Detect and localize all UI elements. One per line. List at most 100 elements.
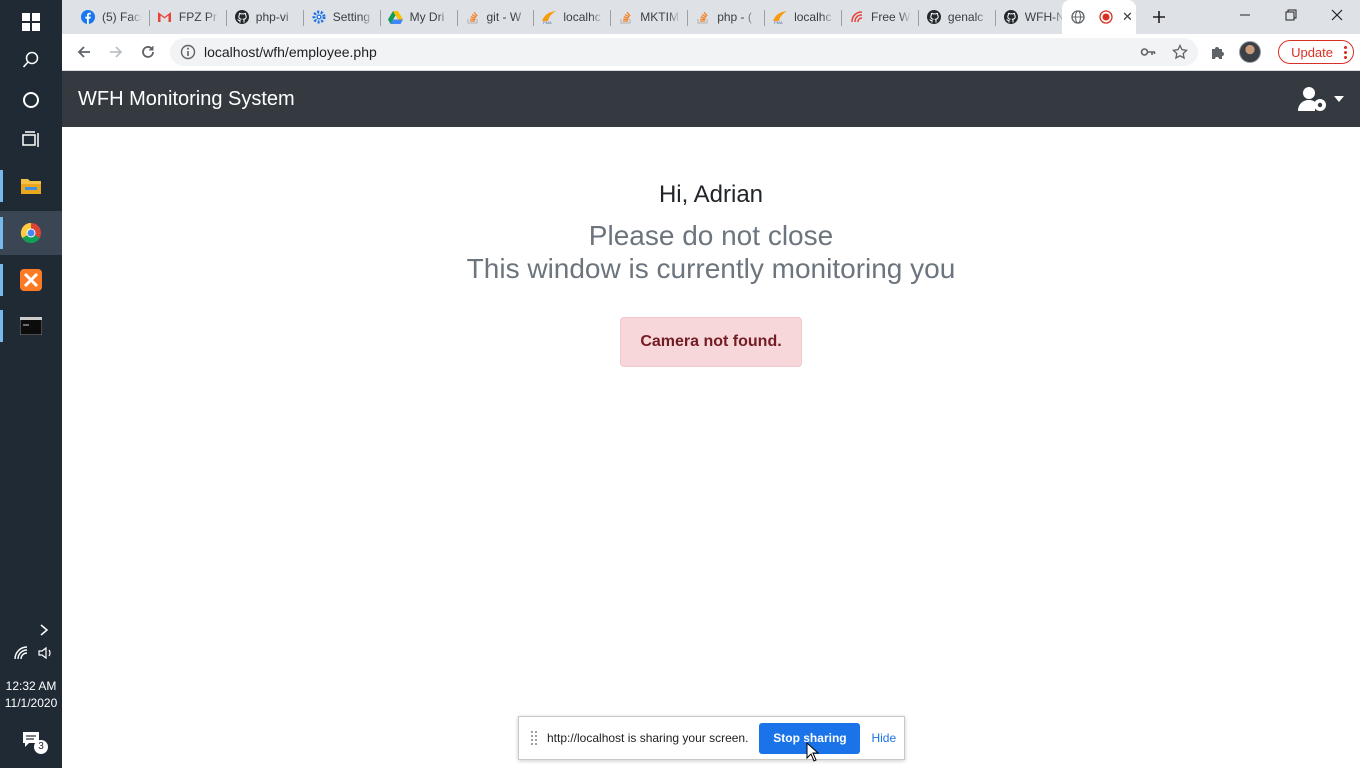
stackoverflow-icon	[695, 9, 711, 25]
brand-title[interactable]: WFH Monitoring System	[78, 88, 295, 111]
github-icon	[926, 9, 942, 25]
tab-title: Setting	[332, 10, 371, 24]
puzzle-icon	[1212, 47, 1224, 59]
avatar	[1239, 41, 1261, 63]
camera-error-alert: Camera not found.	[620, 317, 802, 367]
arrow-left-icon	[77, 46, 90, 58]
task-view-icon	[22, 131, 39, 147]
restore-icon	[1285, 9, 1297, 21]
tab-4[interactable]: Setting	[302, 4, 380, 30]
tab-9[interactable]: php - (	[687, 4, 764, 30]
restore-button[interactable]	[1268, 0, 1314, 30]
network-icon[interactable]	[14, 646, 28, 660]
tab-5[interactable]: My Dri	[379, 4, 457, 30]
key-icon[interactable]	[1140, 44, 1156, 60]
windows-taskbar: 12:32 AM 11/1/2020 3	[0, 0, 62, 768]
xampp-icon	[20, 269, 42, 291]
tab-12[interactable]: genalc	[917, 4, 995, 30]
plus-icon	[1153, 11, 1165, 23]
share-message: http://localhost is sharing your screen.	[547, 731, 749, 745]
tab-13[interactable]: WFH-N	[994, 4, 1072, 30]
extensions-button[interactable]	[1204, 38, 1232, 66]
forward-button[interactable]	[102, 38, 130, 66]
update-button[interactable]: Update	[1278, 40, 1354, 64]
cortana-icon	[23, 92, 39, 108]
facebook-icon	[80, 9, 96, 25]
site-navbar: WFH Monitoring System	[62, 71, 1360, 127]
task-view-button[interactable]	[0, 118, 62, 162]
tab-title: FPZ Pr	[178, 10, 217, 24]
tab-title: localhc	[563, 10, 601, 24]
terminal-icon	[20, 317, 42, 335]
globe-icon	[1070, 9, 1086, 25]
svg-text:PMA: PMA	[774, 20, 783, 24]
taskbar-chrome[interactable]	[0, 211, 62, 255]
new-tab-button[interactable]	[1148, 6, 1170, 28]
folder-icon	[21, 179, 41, 194]
taskbar-xampp[interactable]	[0, 258, 62, 302]
tab-title: My Dri	[409, 10, 445, 24]
close-window-button[interactable]	[1314, 0, 1360, 30]
screen-share-bar[interactable]: http://localhost is sharing your screen.…	[518, 716, 905, 760]
monitoring-warning: Please do not close This window is curre…	[62, 219, 1360, 285]
action-center-button[interactable]: 3	[0, 718, 62, 762]
freewebsite-icon	[849, 9, 865, 25]
chrome-icon	[20, 222, 41, 244]
minimize-icon	[1240, 14, 1250, 16]
address-bar[interactable]: localhost/wfh/employee.php	[170, 38, 1198, 66]
tray-icons	[14, 646, 54, 660]
taskbar-file-explorer[interactable]	[0, 164, 62, 208]
profile-button[interactable]	[1236, 38, 1264, 66]
tab-11[interactable]: Free W	[841, 4, 918, 30]
clock[interactable]: 12:32 AM 11/1/2020	[0, 678, 62, 712]
greeting-heading: Hi, Adrian	[658, 181, 764, 208]
tab-close-icon[interactable]: ✕	[1122, 9, 1133, 25]
tab-3[interactable]: php-vi	[225, 4, 303, 30]
tab-title: php-vi	[255, 10, 289, 24]
url-text[interactable]: localhost/wfh/employee.php	[204, 44, 377, 60]
tab-7[interactable]: PMA localhc	[533, 4, 610, 30]
tab-1[interactable]: (5) Face	[72, 4, 149, 30]
taskbar-terminal[interactable]	[0, 304, 62, 348]
tab-10[interactable]: PMA localhc	[764, 4, 841, 30]
windows-logo-icon	[22, 13, 40, 31]
tab-2[interactable]: FPZ Pr	[148, 4, 226, 30]
phpmyadmin-icon: PMA	[772, 9, 788, 25]
user-cog-icon	[1298, 87, 1326, 111]
star-icon[interactable]	[1172, 44, 1188, 60]
svg-text:PMA: PMA	[543, 20, 552, 24]
gear-icon	[311, 9, 327, 25]
search-icon	[22, 51, 39, 68]
stackoverflow-icon	[465, 9, 481, 25]
search-button[interactable]	[0, 38, 62, 82]
main-content: Hi, Adrian Please do not close This wind…	[62, 127, 1360, 768]
tab-strip: (5) Face FPZ Pr php-vi Setting My Dri git - W…	[62, 0, 1360, 34]
reload-button[interactable]	[134, 38, 162, 66]
tab-title: Free W	[871, 10, 911, 24]
drag-handle-icon[interactable]	[531, 731, 537, 745]
arrow-right-icon	[110, 46, 123, 58]
notification-count-badge: 3	[34, 740, 48, 754]
clock-date: 11/1/2020	[4, 696, 58, 710]
close-icon	[1331, 9, 1343, 21]
minimize-button[interactable]	[1222, 0, 1268, 30]
tab-8[interactable]: MKTIM	[610, 4, 687, 30]
info-icon[interactable]	[180, 44, 196, 60]
volume-icon[interactable]	[38, 646, 54, 660]
tab-title: WFH-N	[1024, 10, 1065, 24]
warning-line-1: Please do not close	[588, 220, 834, 251]
back-button[interactable]	[70, 38, 98, 66]
user-settings-dropdown[interactable]	[1298, 83, 1344, 115]
tab-title: php - (	[717, 10, 752, 24]
tab-active[interactable]: ✕	[1062, 0, 1136, 34]
warning-line-2: This window is currently monitoring you	[466, 253, 956, 284]
github-icon	[1003, 9, 1019, 25]
update-label: Update	[1291, 44, 1333, 60]
mouse-cursor-icon	[806, 742, 820, 762]
gmail-icon	[157, 9, 173, 25]
tab-6[interactable]: git - W	[456, 4, 534, 30]
browser-toolbar: localhost/wfh/employee.php Update	[62, 34, 1360, 71]
hide-button[interactable]: Hide	[871, 731, 896, 745]
cortana-button[interactable]	[0, 78, 62, 122]
tab-title: MKTIM	[640, 10, 679, 24]
